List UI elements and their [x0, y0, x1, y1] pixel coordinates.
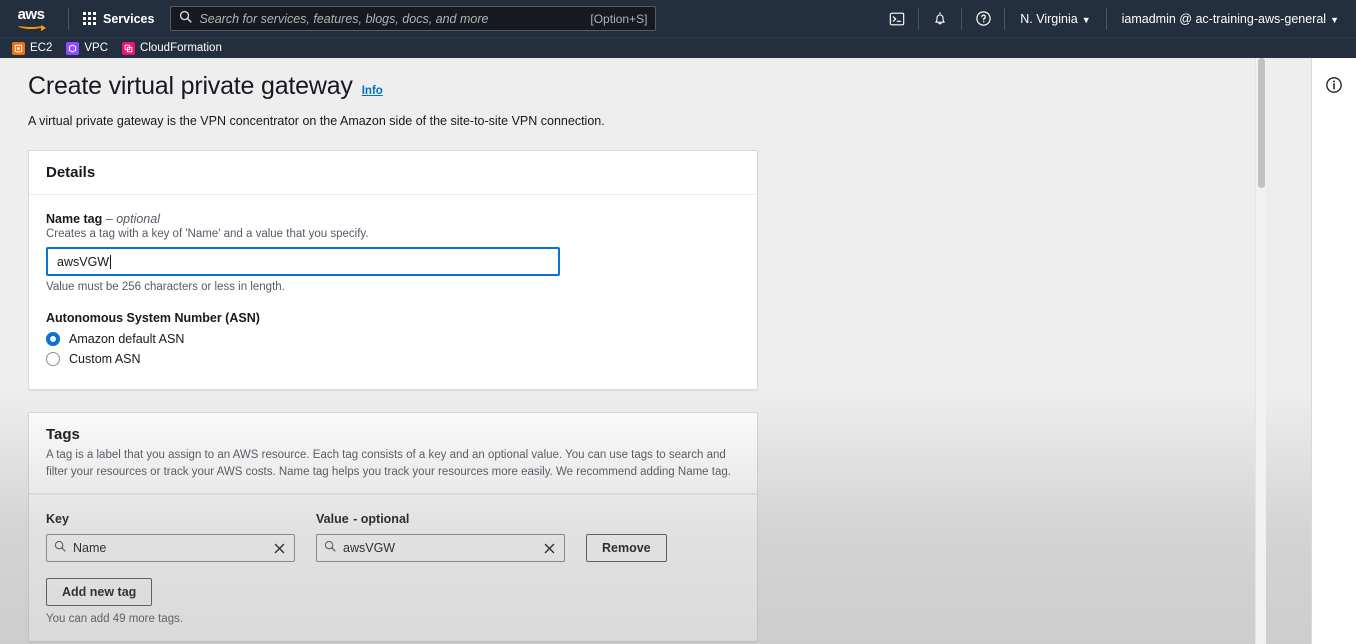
details-card-header: Details — [29, 151, 757, 195]
table-row: Name awsVGW Remove — [46, 534, 740, 563]
services-menu-button[interactable]: Services — [75, 7, 162, 31]
global-search-placeholder: Search for services, features, blogs, do… — [199, 11, 489, 26]
shortcut-cloudformation[interactable]: CloudFormation — [122, 41, 222, 55]
tags-column-value: Value - optional — [316, 510, 586, 528]
search-icon — [54, 539, 66, 557]
tag-key-input[interactable]: Name — [46, 534, 295, 563]
bell-notification-icon[interactable] — [925, 6, 955, 32]
aws-logo-text: aws — [17, 6, 45, 23]
search-shortcut-hint: [Option+S] — [590, 11, 648, 26]
tags-column-value-label: Value — [316, 512, 349, 527]
tag-value-input[interactable]: awsVGW — [316, 534, 565, 563]
global-search-box[interactable]: Search for services, features, blogs, do… — [170, 6, 657, 31]
add-new-tag-button[interactable]: Add new tag — [46, 578, 153, 607]
search-icon — [179, 10, 193, 28]
details-card-title: Details — [46, 164, 96, 181]
region-selector[interactable]: N. Virginia ▼ — [1011, 7, 1099, 31]
remove-tag-button[interactable]: Remove — [586, 534, 667, 563]
nav-divider — [918, 7, 920, 30]
name-tag-hint: Creates a tag with a key of 'Name' and a… — [46, 228, 369, 240]
nav-divider — [1105, 7, 1107, 30]
name-tag-label-text: Name tag — [46, 212, 103, 226]
tag-key-value: Name — [73, 541, 107, 556]
account-label: iamadmin @ ac-training-aws-general — [1121, 11, 1327, 26]
region-label: N. Virginia — [1020, 11, 1078, 26]
shortcut-vpc[interactable]: VPC — [66, 41, 109, 55]
add-tag-zone: Add new tag You can add 49 more tags. — [29, 562, 757, 641]
details-card: Details Name tag – optional Creates a ta… — [28, 150, 758, 390]
tags-table-header-row: Key Value - optional — [46, 510, 740, 528]
services-menu-label: Services — [103, 11, 155, 26]
tags-card-description: A tag is a label that you assign to an A… — [46, 449, 731, 478]
help-question-icon[interactable] — [968, 6, 998, 32]
top-navigation-bar: aws Services Search for services, featur… — [0, 0, 1356, 37]
shortcut-label: EC2 — [30, 42, 53, 54]
radio-button-selected[interactable] — [46, 332, 60, 346]
shortcut-label: CloudFormation — [140, 42, 222, 54]
tags-card-header: Tags A tag is a label that you assign to… — [29, 413, 757, 495]
info-link[interactable]: Info — [362, 85, 383, 97]
main-content-column: Create virtual private gateway Info A vi… — [0, 58, 1311, 644]
chevron-down-icon: ▼ — [1081, 14, 1091, 25]
chevron-down-icon: ▼ — [1330, 14, 1339, 25]
tags-column-key-label: Key — [46, 512, 69, 527]
name-tag-label: Name tag – optional — [46, 212, 740, 226]
name-tag-optional-suffix: – optional — [105, 212, 160, 226]
tag-value-value: awsVGW — [343, 541, 396, 556]
tags-column-key: Key — [46, 510, 316, 528]
nav-divider — [68, 7, 69, 30]
nav-right-cluster: N. Virginia ▼ iamadmin @ ac-training-aws-… — [882, 0, 1348, 37]
account-menu[interactable]: iamadmin @ ac-training-aws-general ▼ — [1113, 7, 1348, 31]
nav-divider — [1004, 7, 1006, 30]
page-description: A virtual private gateway is the VPN con… — [28, 114, 605, 128]
vertical-scrollbar[interactable] — [1255, 58, 1266, 644]
grid-menu-icon — [83, 12, 96, 25]
radio-custom-asn[interactable]: Custom ASN — [46, 352, 740, 366]
close-icon[interactable] — [541, 540, 557, 556]
radio-amazon-default-asn[interactable]: Amazon default ASN — [46, 332, 740, 346]
cloudformation-service-icon — [122, 41, 136, 55]
details-card-body: Name tag – optional Creates a tag with a… — [29, 195, 757, 389]
asn-radio-group: Autonomous System Number (ASN) Amazon de… — [46, 311, 740, 366]
close-icon[interactable] — [271, 540, 287, 556]
name-tag-input[interactable]: awsVGW — [46, 247, 560, 276]
page-header: Create virtual private gateway Info — [28, 72, 1311, 101]
text-caret — [110, 254, 112, 269]
radio-label: Custom ASN — [69, 352, 141, 366]
page-body: Create virtual private gateway Info A vi… — [0, 58, 1356, 644]
shortcut-label: VPC — [84, 42, 109, 54]
aws-logo-smile — [18, 22, 46, 31]
radio-label: Amazon default ASN — [69, 332, 185, 346]
nav-divider — [961, 7, 963, 30]
tags-column-value-optional: - optional — [353, 512, 410, 527]
cloudshell-terminal-icon[interactable] — [882, 6, 912, 32]
info-side-panel — [1311, 58, 1356, 644]
page-title: Create virtual private gateway — [28, 72, 353, 100]
add-tag-note: You can add 49 more tags. — [46, 613, 184, 626]
scrollbar-thumb[interactable] — [1258, 58, 1265, 188]
service-shortcut-bar: EC2 VPC CloudFormation — [0, 37, 1356, 58]
shortcut-ec2[interactable]: EC2 — [12, 41, 53, 55]
radio-button-unselected[interactable] — [46, 352, 60, 366]
tags-card: Tags A tag is a label that you assign to… — [28, 412, 758, 643]
ec2-service-icon — [12, 41, 25, 55]
tags-table: Key Value - optional Name awsVGW Remove — [29, 495, 757, 563]
vpc-service-icon — [66, 41, 80, 55]
aws-logo[interactable]: aws — [10, 4, 52, 34]
tags-card-title: Tags — [46, 426, 80, 443]
name-tag-input-value: awsVGW — [57, 254, 110, 269]
info-circle-icon[interactable] — [1323, 74, 1345, 96]
search-icon — [324, 539, 336, 557]
asn-legend: Autonomous System Number (ASN) — [46, 311, 260, 325]
name-tag-footnote: Value must be 256 characters or less in … — [46, 281, 285, 293]
